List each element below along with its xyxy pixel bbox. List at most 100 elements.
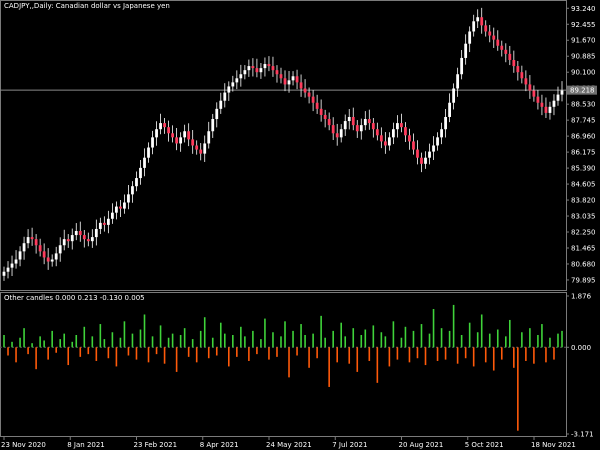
candle-body: [42, 251, 46, 258]
candle-body: [26, 237, 30, 244]
price-tick-label: 88.530: [571, 101, 596, 109]
candle-body: [251, 66, 255, 69]
candle-body: [86, 239, 90, 242]
candle-body: [548, 106, 552, 113]
time-tick-label: 18 Nov 2021: [531, 441, 576, 449]
candle-body: [275, 70, 279, 75]
candle-body: [444, 116, 447, 130]
candle-body: [504, 49, 508, 54]
price-tick-label: 83.035: [571, 213, 596, 221]
candle-body: [203, 143, 207, 154]
price-tick-label: 81.465: [571, 244, 596, 252]
time-tick-label: 20 Aug 2021: [399, 441, 444, 449]
candle-body: [70, 235, 74, 242]
candle-body: [110, 212, 114, 219]
candle-body: [303, 88, 307, 93]
candle-body: [183, 131, 187, 138]
candle-body: [544, 106, 548, 113]
candle-body: [327, 119, 331, 126]
candle-body: [34, 239, 38, 246]
candle-body: [22, 243, 26, 252]
candle-body: [62, 239, 66, 246]
candle-body: [508, 53, 512, 60]
candle-body: [299, 82, 303, 89]
candle-body: [331, 125, 335, 134]
indicator-tick-label: -3.171: [571, 431, 594, 439]
candle-body: [432, 145, 435, 152]
candle-body: [123, 202, 126, 209]
candle-body: [307, 92, 311, 97]
price-tick-label: 90.100: [571, 69, 596, 77]
candle-body: [468, 31, 472, 44]
candle-body: [480, 17, 484, 26]
candle-body: [367, 119, 371, 124]
candle-body: [556, 94, 560, 101]
candle-body: [416, 149, 419, 158]
candle-body: [271, 66, 275, 71]
candle-body: [359, 125, 363, 132]
price-tick-label: 87.745: [571, 117, 596, 125]
candle-body: [452, 88, 456, 103]
candle-body: [66, 239, 70, 242]
candle-body: [323, 114, 327, 120]
candle-body: [2, 271, 6, 276]
candle-body: [30, 237, 34, 240]
candle-body: [420, 157, 423, 164]
time-tick-label: 24 May 2021: [266, 441, 312, 449]
candle-body: [283, 78, 287, 85]
candle-body: [540, 102, 544, 107]
indicator-title: Other candles 0.000 0.213 -0.130 0.005: [4, 294, 145, 302]
candle-body: [151, 137, 154, 148]
candle-body: [199, 149, 203, 154]
candle-body: [102, 222, 106, 225]
time-tick-label: 5 Oct 2021: [465, 441, 504, 449]
candle-body: [90, 237, 94, 242]
candle-body: [255, 68, 259, 73]
candle-body: [207, 131, 211, 144]
candle-body: [524, 78, 528, 85]
candle-body: [127, 194, 130, 203]
candle-body: [155, 129, 158, 138]
candle-body: [267, 64, 271, 67]
price-tick-label: 85.390: [571, 165, 596, 173]
candle-body: [18, 251, 22, 260]
candle-body: [311, 96, 315, 103]
candle-body: [94, 228, 98, 238]
candle-body: [476, 17, 480, 22]
candle-body: [484, 25, 488, 32]
candle-body: [219, 100, 223, 109]
candle-body: [211, 119, 215, 132]
candle-body: [50, 259, 54, 262]
candle-body: [295, 76, 299, 83]
candle-body: [408, 135, 411, 142]
candle-body: [279, 74, 283, 79]
candle-body: [191, 139, 195, 146]
candle-body: [46, 257, 50, 262]
candle-body: [391, 129, 395, 138]
candle-body: [58, 245, 62, 254]
candle-body: [400, 123, 403, 128]
candle-body: [496, 39, 500, 46]
candle-body: [404, 127, 407, 136]
candle-body: [167, 127, 170, 134]
candle-body: [119, 206, 122, 209]
candle-body: [106, 218, 110, 225]
candle-body: [239, 74, 243, 79]
candle-body: [143, 157, 146, 168]
candle-body: [440, 129, 443, 138]
candle-body: [488, 31, 492, 36]
candle-body: [287, 80, 291, 85]
candle-body: [14, 259, 18, 264]
mt-chart-window[interactable]: CADJPY,,Daily: Canadian dollar vs Japane…: [0, 0, 600, 450]
candle-body: [552, 100, 556, 107]
candle-body: [74, 230, 78, 236]
candle-body: [179, 137, 183, 144]
candle-body: [472, 21, 476, 32]
candle-body: [464, 43, 468, 58]
candle-body: [424, 157, 427, 164]
candle-body: [10, 263, 14, 268]
candle-body: [263, 64, 267, 69]
candle-body: [428, 151, 431, 158]
candle-body: [456, 74, 460, 89]
price-tick-label: 90.885: [571, 53, 596, 61]
